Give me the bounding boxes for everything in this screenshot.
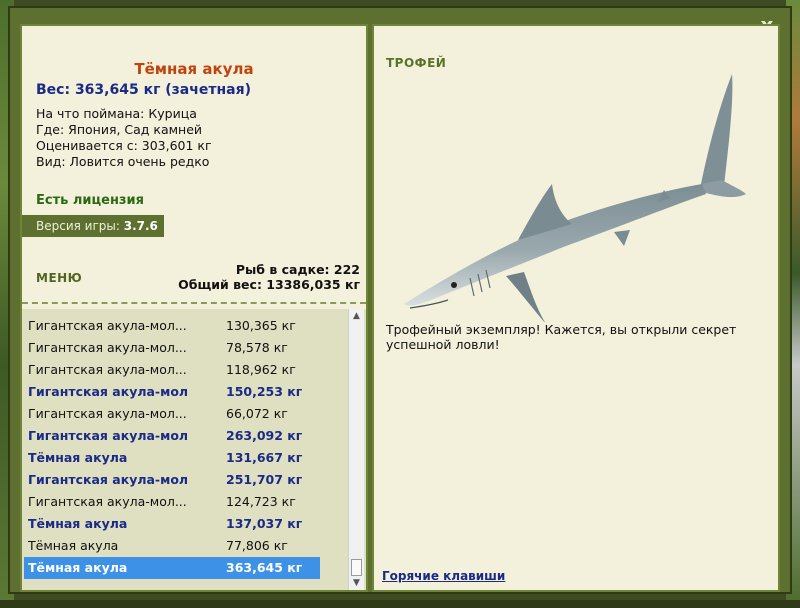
list-item-name: Гигантская акула-мол <box>28 428 189 443</box>
list-item-weight: 78,578 кг <box>226 340 288 355</box>
total-weight: Общий вес: 13386,035 кг <box>178 277 360 292</box>
list-item[interactable]: Тёмная акула 137,037 кг <box>24 513 320 535</box>
fish-location: Где: Япония, Сад камней <box>36 122 203 137</box>
list-item[interactable]: Гигантская акула-мол... 130,365 кг <box>24 315 320 337</box>
game-version: Версия игры: 3.7.6 <box>22 215 164 237</box>
list-item-name: Гигантская акула-мол... <box>28 362 187 377</box>
trophy-message: Трофейный экземпляр! Кажется, вы открыли… <box>386 322 737 352</box>
list-item-weight: 137,037 кг <box>226 516 303 531</box>
background-bottom <box>0 600 800 608</box>
scroll-thumb[interactable] <box>351 559 362 576</box>
shark-image <box>404 74 746 322</box>
list-item[interactable]: Гигантская акула-мол 251,707 кг <box>24 469 320 491</box>
catch-list[interactable]: Гигантская акула-мол... 130,365 кг Гигант… <box>22 309 366 590</box>
list-item-weight: 124,723 кг <box>226 494 296 509</box>
list-item[interactable]: Гигантская акула-мол... 78,578 кг <box>24 337 320 359</box>
list-item-name: Тёмная акула <box>28 560 128 575</box>
fish-name: Тёмная акула <box>134 60 254 78</box>
fish-info-panel: Тёмная акула Вес: 363,645 кг (зачетная) … <box>20 24 368 592</box>
version-value: 3.7.6 <box>123 219 158 233</box>
list-scrollbar[interactable]: ▲ ▼ <box>348 309 364 590</box>
scroll-down-arrow-icon[interactable]: ▼ <box>349 576 364 590</box>
list-item-weight: 118,962 кг <box>226 362 296 377</box>
trophy-panel: ТРОФЕЙ Трофейный экземпляр! Кажется, вы … <box>372 24 780 592</box>
menu-button[interactable]: МЕНЮ <box>36 271 82 285</box>
list-item[interactable]: Гигантская акула-мол... 118,962 кг <box>24 359 320 381</box>
list-item[interactable]: Гигантская акула-мол... 124,723 кг <box>24 491 320 513</box>
list-item-name: Тёмная акула <box>28 538 119 553</box>
list-item-weight: 131,667 кг <box>226 450 303 465</box>
list-item-name: Тёмная акула <box>28 516 128 531</box>
list-item-name: Гигантская акула-мол... <box>28 406 187 421</box>
license-status: Есть лицензия <box>36 193 144 208</box>
list-item[interactable]: Гигантская акула-мол... 66,072 кг <box>24 403 320 425</box>
list-item-weight: 66,072 кг <box>226 406 288 421</box>
cage-stats: Рыб в садке: 222 Общий вес: 13386,035 кг <box>178 262 360 292</box>
list-item-weight: 150,253 кг <box>226 384 303 399</box>
fish-rarity: Вид: Ловится очень редко <box>36 154 210 169</box>
catch-dialog: x Тёмная акула Вес: 363,645 кг (зачетная… <box>8 6 792 594</box>
list-item-weight: 363,645 кг <box>226 560 303 575</box>
list-item[interactable]: Тёмная акула 77,806 кг <box>24 535 320 557</box>
list-item[interactable]: Гигантская акула-мол 150,253 кг <box>24 381 320 403</box>
fish-bait: На что поймана: Курица <box>36 106 197 121</box>
fish-weight: Вес: 363,645 кг (зачетная) <box>36 82 251 98</box>
fish-price: Оценивается с: 303,601 кг <box>36 138 212 153</box>
list-item-selected[interactable]: Тёмная акула 363,645 кг <box>24 557 320 579</box>
divider <box>22 302 366 304</box>
list-item-weight: 130,365 кг <box>226 318 296 333</box>
list-item-name: Гигантская акула-мол... <box>28 340 187 355</box>
list-item-weight: 77,806 кг <box>226 538 288 553</box>
scroll-up-arrow-icon[interactable]: ▲ <box>349 309 364 323</box>
list-item-weight: 263,092 кг <box>226 428 303 443</box>
list-item-name: Тёмная акула <box>28 450 128 465</box>
list-item-name: Гигантская акула-мол <box>28 472 189 487</box>
list-item-weight: 251,707 кг <box>226 472 303 487</box>
list-item-name: Гигантская акула-мол... <box>28 318 187 333</box>
hotkeys-link[interactable]: Горячие клавиши <box>382 569 505 583</box>
list-item[interactable]: Тёмная акула 131,667 кг <box>24 447 320 469</box>
list-item-name: Гигантская акула-мол <box>28 384 189 399</box>
version-label: Версия игры: <box>36 219 120 233</box>
list-item-name: Гигантская акула-мол... <box>28 494 187 509</box>
list-item[interactable]: Гигантская акула-мол 263,092 кг <box>24 425 320 447</box>
fish-in-cage: Рыб в садке: 222 <box>235 262 360 277</box>
